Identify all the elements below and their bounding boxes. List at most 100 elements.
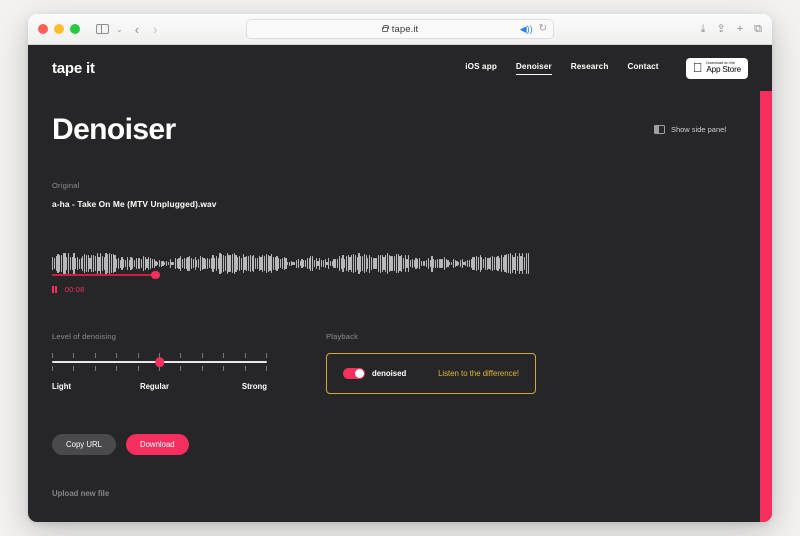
slider-track[interactable]	[52, 357, 267, 367]
toggle-knob	[354, 368, 364, 378]
waveform-bar	[320, 260, 323, 267]
waveform-bar	[288, 261, 291, 266]
slider-tick	[180, 353, 182, 358]
slider-tick	[137, 366, 139, 372]
waveform-bar	[379, 254, 381, 273]
toolbar-actions: ⤓ ⇪ + ⧉	[701, 23, 762, 35]
new-tab-icon[interactable]: +	[737, 23, 743, 35]
pause-icon[interactable]	[52, 285, 57, 294]
nav-item-research[interactable]: Research	[571, 62, 609, 74]
waveform-bar	[206, 257, 209, 270]
logo[interactable]: tape it	[52, 60, 95, 77]
waveform-bar	[249, 255, 251, 272]
back-icon[interactable]: ‹	[135, 23, 139, 36]
window-controls[interactable]	[38, 24, 80, 34]
waveform-bar	[281, 257, 283, 270]
lock-icon	[381, 24, 389, 32]
minimize-window-button[interactable]	[54, 24, 64, 34]
waveform-bar	[516, 255, 519, 272]
slider-tick	[201, 353, 203, 358]
waveform-bar	[142, 256, 145, 271]
waveform-bar	[420, 260, 422, 267]
waveform-bar	[386, 253, 389, 274]
denoise-slider[interactable]: Light Regular Strong	[52, 353, 267, 391]
waveform-bar	[94, 256, 96, 271]
waveform-bar	[477, 257, 479, 270]
waveform-bar	[85, 254, 88, 273]
waveform-bar	[192, 258, 194, 269]
waveform-bar	[92, 255, 95, 272]
waveform-bar	[174, 257, 177, 270]
sidebar-toggle-icon[interactable]	[94, 21, 111, 38]
waveform-bar	[117, 258, 120, 269]
upload-new-file-link[interactable]: Upload new file	[52, 489, 748, 498]
waveform-player[interactable]	[52, 253, 534, 279]
downloads-icon[interactable]: ⤓	[701, 23, 706, 35]
app-header: tape it iOS app Denoiser Research Contac…	[28, 45, 772, 91]
waveform-bar	[493, 257, 495, 270]
waveform-bar	[354, 254, 356, 273]
waveform-bar	[427, 258, 430, 269]
main-navigation: iOS app Denoiser Research Contact  Down…	[465, 57, 748, 79]
waveform-bar	[361, 255, 364, 272]
nav-item-ios-app[interactable]: iOS app	[465, 62, 497, 74]
close-window-button[interactable]	[38, 24, 48, 34]
waveform-bar	[338, 256, 340, 271]
waveform-bar	[151, 259, 153, 268]
waveform-bar	[306, 258, 308, 269]
chevron-down-icon[interactable]: ⌄	[116, 25, 123, 34]
waveform-bar	[304, 260, 307, 267]
current-time: 00:08	[64, 285, 85, 294]
slider-label-regular: Regular	[139, 382, 169, 392]
waveform-bar	[101, 255, 104, 272]
copy-url-button[interactable]: Copy URL	[52, 434, 116, 455]
waveform-bar	[322, 260, 324, 267]
waveform-bar	[256, 257, 259, 270]
denoised-toggle[interactable]	[343, 367, 365, 380]
waveform-bar	[149, 258, 152, 269]
playback-box: denoised Listen to the difference!	[326, 353, 536, 394]
page-content: tape it iOS app Denoiser Research Contac…	[28, 45, 772, 522]
address-bar[interactable]: tape.it ◀)) ↻	[246, 19, 554, 39]
waveform-bar	[78, 258, 80, 269]
action-buttons: Copy URL Download	[52, 434, 748, 455]
slider-tick	[180, 366, 182, 372]
denoise-label: Level of denoising	[52, 332, 117, 341]
apple-logo-icon: 	[693, 61, 703, 74]
waveform-bar	[272, 257, 275, 270]
waveform-bar	[468, 259, 470, 268]
waveform-bar	[231, 254, 234, 273]
slider-tick	[137, 353, 139, 358]
forward-icon[interactable]: ›	[153, 23, 157, 36]
maximize-window-button[interactable]	[70, 24, 80, 34]
slider-tick	[265, 366, 267, 372]
show-side-panel-button[interactable]: Show side panel	[653, 125, 726, 134]
slider-tick	[201, 366, 203, 372]
waveform-bar	[110, 254, 112, 273]
waveform-bar	[247, 256, 250, 271]
waveform-bar	[240, 257, 242, 270]
file-name: a-ha - Take On Me (MTV Unplugged).wav	[52, 199, 217, 209]
nav-item-contact[interactable]: Contact	[627, 62, 658, 74]
share-icon[interactable]: ⇪	[716, 23, 725, 35]
waveform-bar	[345, 256, 348, 271]
waveform-bar	[190, 258, 193, 269]
reload-icon[interactable]: ↻	[539, 24, 547, 34]
playhead-handle[interactable]	[151, 270, 160, 279]
slider-tick	[116, 353, 118, 358]
waveform-bar	[418, 257, 421, 270]
side-panel-label: Show side panel	[670, 125, 726, 134]
speaker-icon[interactable]: ◀))	[520, 24, 533, 34]
waveform[interactable]	[52, 253, 534, 274]
slider-tick	[94, 353, 96, 358]
download-button[interactable]: Download	[125, 434, 189, 455]
url-text: tape.it	[391, 23, 419, 35]
slider-thumb[interactable]	[154, 357, 165, 367]
nav-item-denoiser[interactable]: Denoiser	[515, 62, 552, 75]
tab-overview-icon[interactable]: ⧉	[754, 23, 762, 35]
waveform-bar	[434, 259, 437, 268]
slider-label-light: Light	[52, 382, 72, 392]
slider-tick	[52, 366, 53, 372]
playback-hint: Listen to the difference!	[438, 369, 519, 378]
app-store-button[interactable]:  Download on the App Store	[685, 57, 748, 79]
